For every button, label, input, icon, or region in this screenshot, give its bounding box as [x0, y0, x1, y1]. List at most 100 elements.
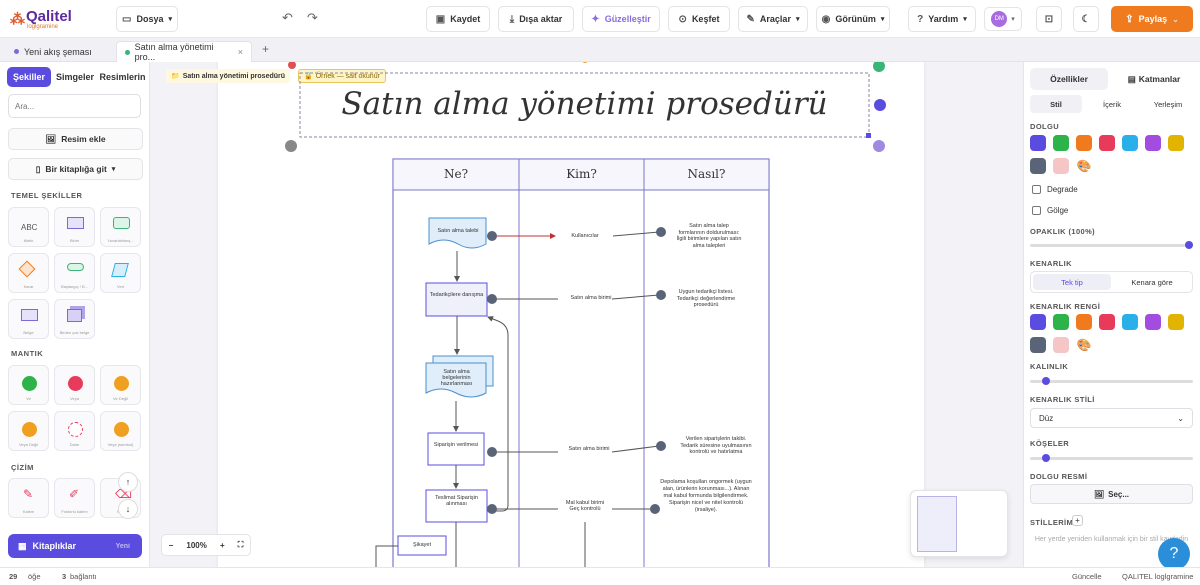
tab-purchase-procedure[interactable]: Satın alma yönetimi pro... ×: [116, 41, 252, 62]
logic-tile[interactable]: Veya: [54, 365, 95, 405]
close-tab-icon[interactable]: ×: [238, 47, 243, 57]
tools-menu-button[interactable]: ✎ Araçlar ▾: [738, 6, 808, 32]
corners-slider[interactable]: [1030, 454, 1193, 462]
draw-tile[interactable]: ✐ Fosforlu kalem: [54, 478, 95, 518]
minimap-viewport[interactable]: [917, 496, 957, 552]
color-swatch[interactable]: [1099, 314, 1115, 330]
save-button[interactable]: ▣ Kaydet: [426, 6, 490, 32]
corners-knob[interactable]: [1042, 454, 1050, 462]
color-swatch[interactable]: [1053, 314, 1069, 330]
add-handle[interactable]: [874, 99, 886, 111]
subtab-style[interactable]: Stil: [1030, 95, 1082, 113]
add-image-button[interactable]: 🖼 Resim ekle: [8, 128, 143, 150]
thickness-slider[interactable]: [1030, 377, 1193, 385]
border-style-select[interactable]: Düz ⌄: [1030, 408, 1193, 428]
palette-icon[interactable]: 🎨: [1076, 158, 1092, 174]
redo-icon[interactable]: ↷: [307, 10, 318, 26]
view-menu-button[interactable]: ◉ Görünüm ▾: [816, 6, 890, 32]
color-swatch[interactable]: [1030, 314, 1046, 330]
shadow-checkbox[interactable]: Gölge: [1032, 206, 1068, 215]
shape-tile[interactable]: Veri: [100, 253, 141, 293]
swimlane-diagram[interactable]: [150, 62, 1023, 567]
export-button[interactable]: ⤓ Dışa aktar: [498, 6, 574, 32]
logic-tile[interactable]: Ve Değil: [100, 365, 141, 405]
gradient-checkbox[interactable]: Degrade: [1032, 185, 1078, 194]
tab-properties[interactable]: Özellikler: [1030, 68, 1108, 90]
opacity-slider[interactable]: [1030, 241, 1193, 249]
color-swatch[interactable]: [1030, 337, 1046, 353]
color-swatch[interactable]: [1145, 135, 1161, 151]
file-menu-button[interactable]: ▭ Dosya ▾: [116, 6, 178, 32]
scroll-up-icon[interactable]: ↑: [118, 472, 138, 492]
tab-layers[interactable]: ▤ Katmanlar: [1114, 68, 1194, 90]
fit-screen-icon[interactable]: ⛶: [238, 540, 244, 550]
color-swatch[interactable]: [1053, 135, 1069, 151]
tab-shapes[interactable]: Şekiller: [7, 67, 51, 87]
color-swatch[interactable]: [1099, 135, 1115, 151]
add-style-icon[interactable]: +: [1072, 515, 1083, 526]
color-swatch[interactable]: [1053, 158, 1069, 174]
undo-icon[interactable]: ↶: [282, 10, 293, 26]
beautify-button[interactable]: ✦ Güzelleştir: [582, 6, 660, 32]
color-swatch[interactable]: [1122, 314, 1138, 330]
tab-symbols[interactable]: Simgeler: [54, 67, 96, 87]
color-swatch[interactable]: [1168, 135, 1184, 151]
explore-button[interactable]: ⊙ Keşfet: [668, 6, 730, 32]
resize-handle[interactable]: [866, 133, 871, 138]
diagram-title[interactable]: Satın alma yönetimi prosedürü: [300, 86, 869, 122]
color-swatch[interactable]: [1053, 337, 1069, 353]
tab-images[interactable]: Resimlerin: [99, 67, 145, 87]
color-swatch[interactable]: [1168, 314, 1184, 330]
help-fab-icon[interactable]: ?: [1158, 538, 1190, 570]
present-button[interactable]: ⊡: [1036, 6, 1062, 32]
subtab-content[interactable]: İçerik: [1086, 95, 1138, 113]
add-tab-icon[interactable]: +: [262, 42, 269, 56]
shape-tile[interactable]: ABC Metin: [8, 207, 49, 247]
border-by-edge-option[interactable]: Kenara göre: [1113, 274, 1191, 290]
zoom-in-icon[interactable]: +: [220, 541, 225, 550]
scroll-down-icon[interactable]: ↓: [118, 499, 138, 519]
shape-place-order[interactable]: [427, 432, 485, 466]
color-swatch[interactable]: [1076, 135, 1092, 151]
subtab-layout[interactable]: Yerleşim: [1142, 95, 1194, 113]
color-swatch[interactable]: [1122, 135, 1138, 151]
rotate-handle[interactable]: [873, 62, 885, 72]
zoom-level[interactable]: 100%: [186, 541, 206, 550]
libraries-button[interactable]: ▦ Kitaplıklar Yeni: [8, 534, 142, 558]
scissors-handle[interactable]: [285, 140, 297, 152]
shape-tile[interactable]: Başlangıç / B...: [54, 253, 95, 293]
shape-tile[interactable]: Belge: [8, 299, 49, 339]
shape-tile[interactable]: Birim: [54, 207, 95, 247]
border-single-option[interactable]: Tek tip: [1033, 274, 1111, 290]
share-button[interactable]: ⇪ Paylaş ⌄: [1111, 6, 1193, 32]
zoom-out-icon[interactable]: −: [169, 541, 174, 550]
tab-new-flowchart[interactable]: Yeni akış şeması: [6, 41, 112, 62]
choose-image-button[interactable]: 🖼 Seç...: [1030, 484, 1193, 504]
palette-icon[interactable]: 🎨: [1076, 337, 1092, 353]
color-swatch[interactable]: [1145, 314, 1161, 330]
minimap[interactable]: [910, 490, 1008, 557]
top-handle[interactable]: [582, 62, 588, 63]
shape-tile[interactable]: Yuvarlatılmış...: [100, 207, 141, 247]
opacity-knob[interactable]: [1185, 241, 1193, 249]
link-handle[interactable]: [873, 140, 885, 152]
delete-handle[interactable]: [288, 62, 296, 69]
diagram-canvas[interactable]: 📁 Satın alma yönetimi prosedürü 🔒 Örnek — …: [150, 62, 1023, 567]
shape-consult-suppliers[interactable]: [425, 282, 488, 317]
logic-tile[interactable]: Veya (sembol): [100, 411, 141, 451]
app-logo[interactable]: ⁂ Qalitel loglgramine: [10, 6, 110, 32]
search-input[interactable]: [8, 94, 141, 118]
shape-tile[interactable]: Karar: [8, 253, 49, 293]
color-swatch[interactable]: [1030, 135, 1046, 151]
help-menu-button[interactable]: ? Yardım ▾: [908, 6, 976, 32]
thickness-knob[interactable]: [1042, 377, 1050, 385]
color-swatch[interactable]: [1076, 314, 1092, 330]
logic-tile[interactable]: Veya Değil: [8, 411, 49, 451]
go-library-button[interactable]: ▯ Bir kitaplığa git ▾: [8, 158, 143, 180]
user-menu[interactable]: DM ▾: [984, 7, 1022, 31]
shape-tile[interactable]: Birden çok belge: [54, 299, 95, 339]
logic-tile[interactable]: Daire: [54, 411, 95, 451]
logic-tile[interactable]: Ve: [8, 365, 49, 405]
dark-mode-button[interactable]: ☾: [1073, 6, 1099, 32]
color-swatch[interactable]: [1030, 158, 1046, 174]
